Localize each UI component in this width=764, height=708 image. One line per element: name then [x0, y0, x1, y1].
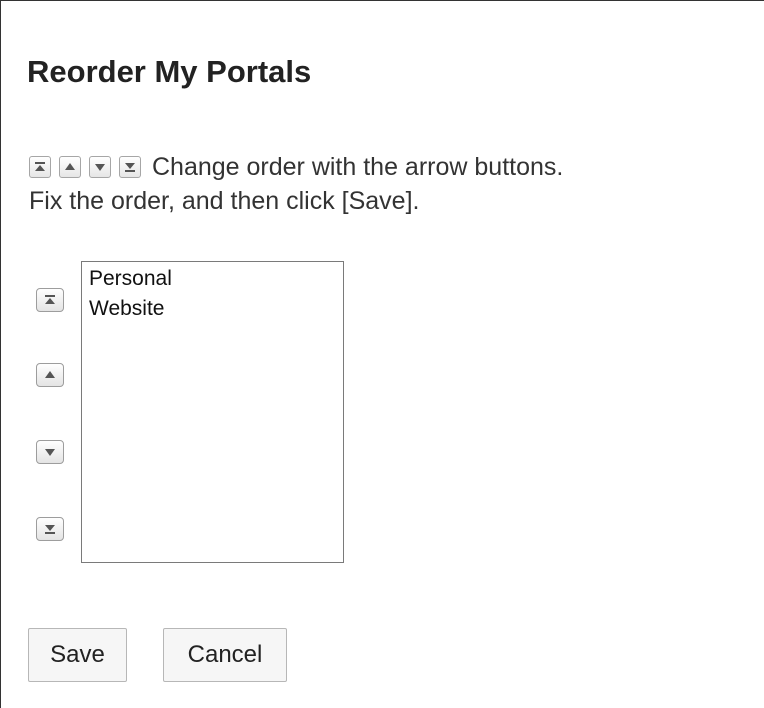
- move-down-icon: [45, 449, 55, 456]
- move-to-top-icon: [45, 295, 55, 304]
- instructions-text-2: Fix the order, and then click [Save].: [29, 187, 420, 215]
- portal-list[interactable]: Personal Website: [81, 261, 344, 563]
- move-to-top-icon: [29, 156, 51, 178]
- instructions-line-1: Change order with the arrow buttons.: [29, 150, 563, 184]
- move-to-top-button[interactable]: [36, 288, 64, 312]
- move-up-icon: [59, 156, 81, 178]
- list-item[interactable]: Website: [89, 294, 343, 324]
- move-to-bottom-icon: [45, 525, 55, 534]
- move-to-bottom-icon: [119, 156, 141, 178]
- cancel-button[interactable]: Cancel: [163, 628, 287, 682]
- list-item[interactable]: Personal: [89, 264, 343, 294]
- save-button[interactable]: Save: [28, 628, 127, 682]
- move-down-icon: [89, 156, 111, 178]
- page-title: Reorder My Portals: [27, 54, 312, 89]
- instructions-text-1: Change order with the arrow buttons.: [152, 153, 564, 181]
- move-down-button[interactable]: [36, 440, 64, 464]
- move-to-bottom-button[interactable]: [36, 517, 64, 541]
- move-up-icon: [45, 371, 55, 378]
- instructions: Change order with the arrow buttons. Fix…: [29, 150, 563, 218]
- move-up-button[interactable]: [36, 363, 64, 387]
